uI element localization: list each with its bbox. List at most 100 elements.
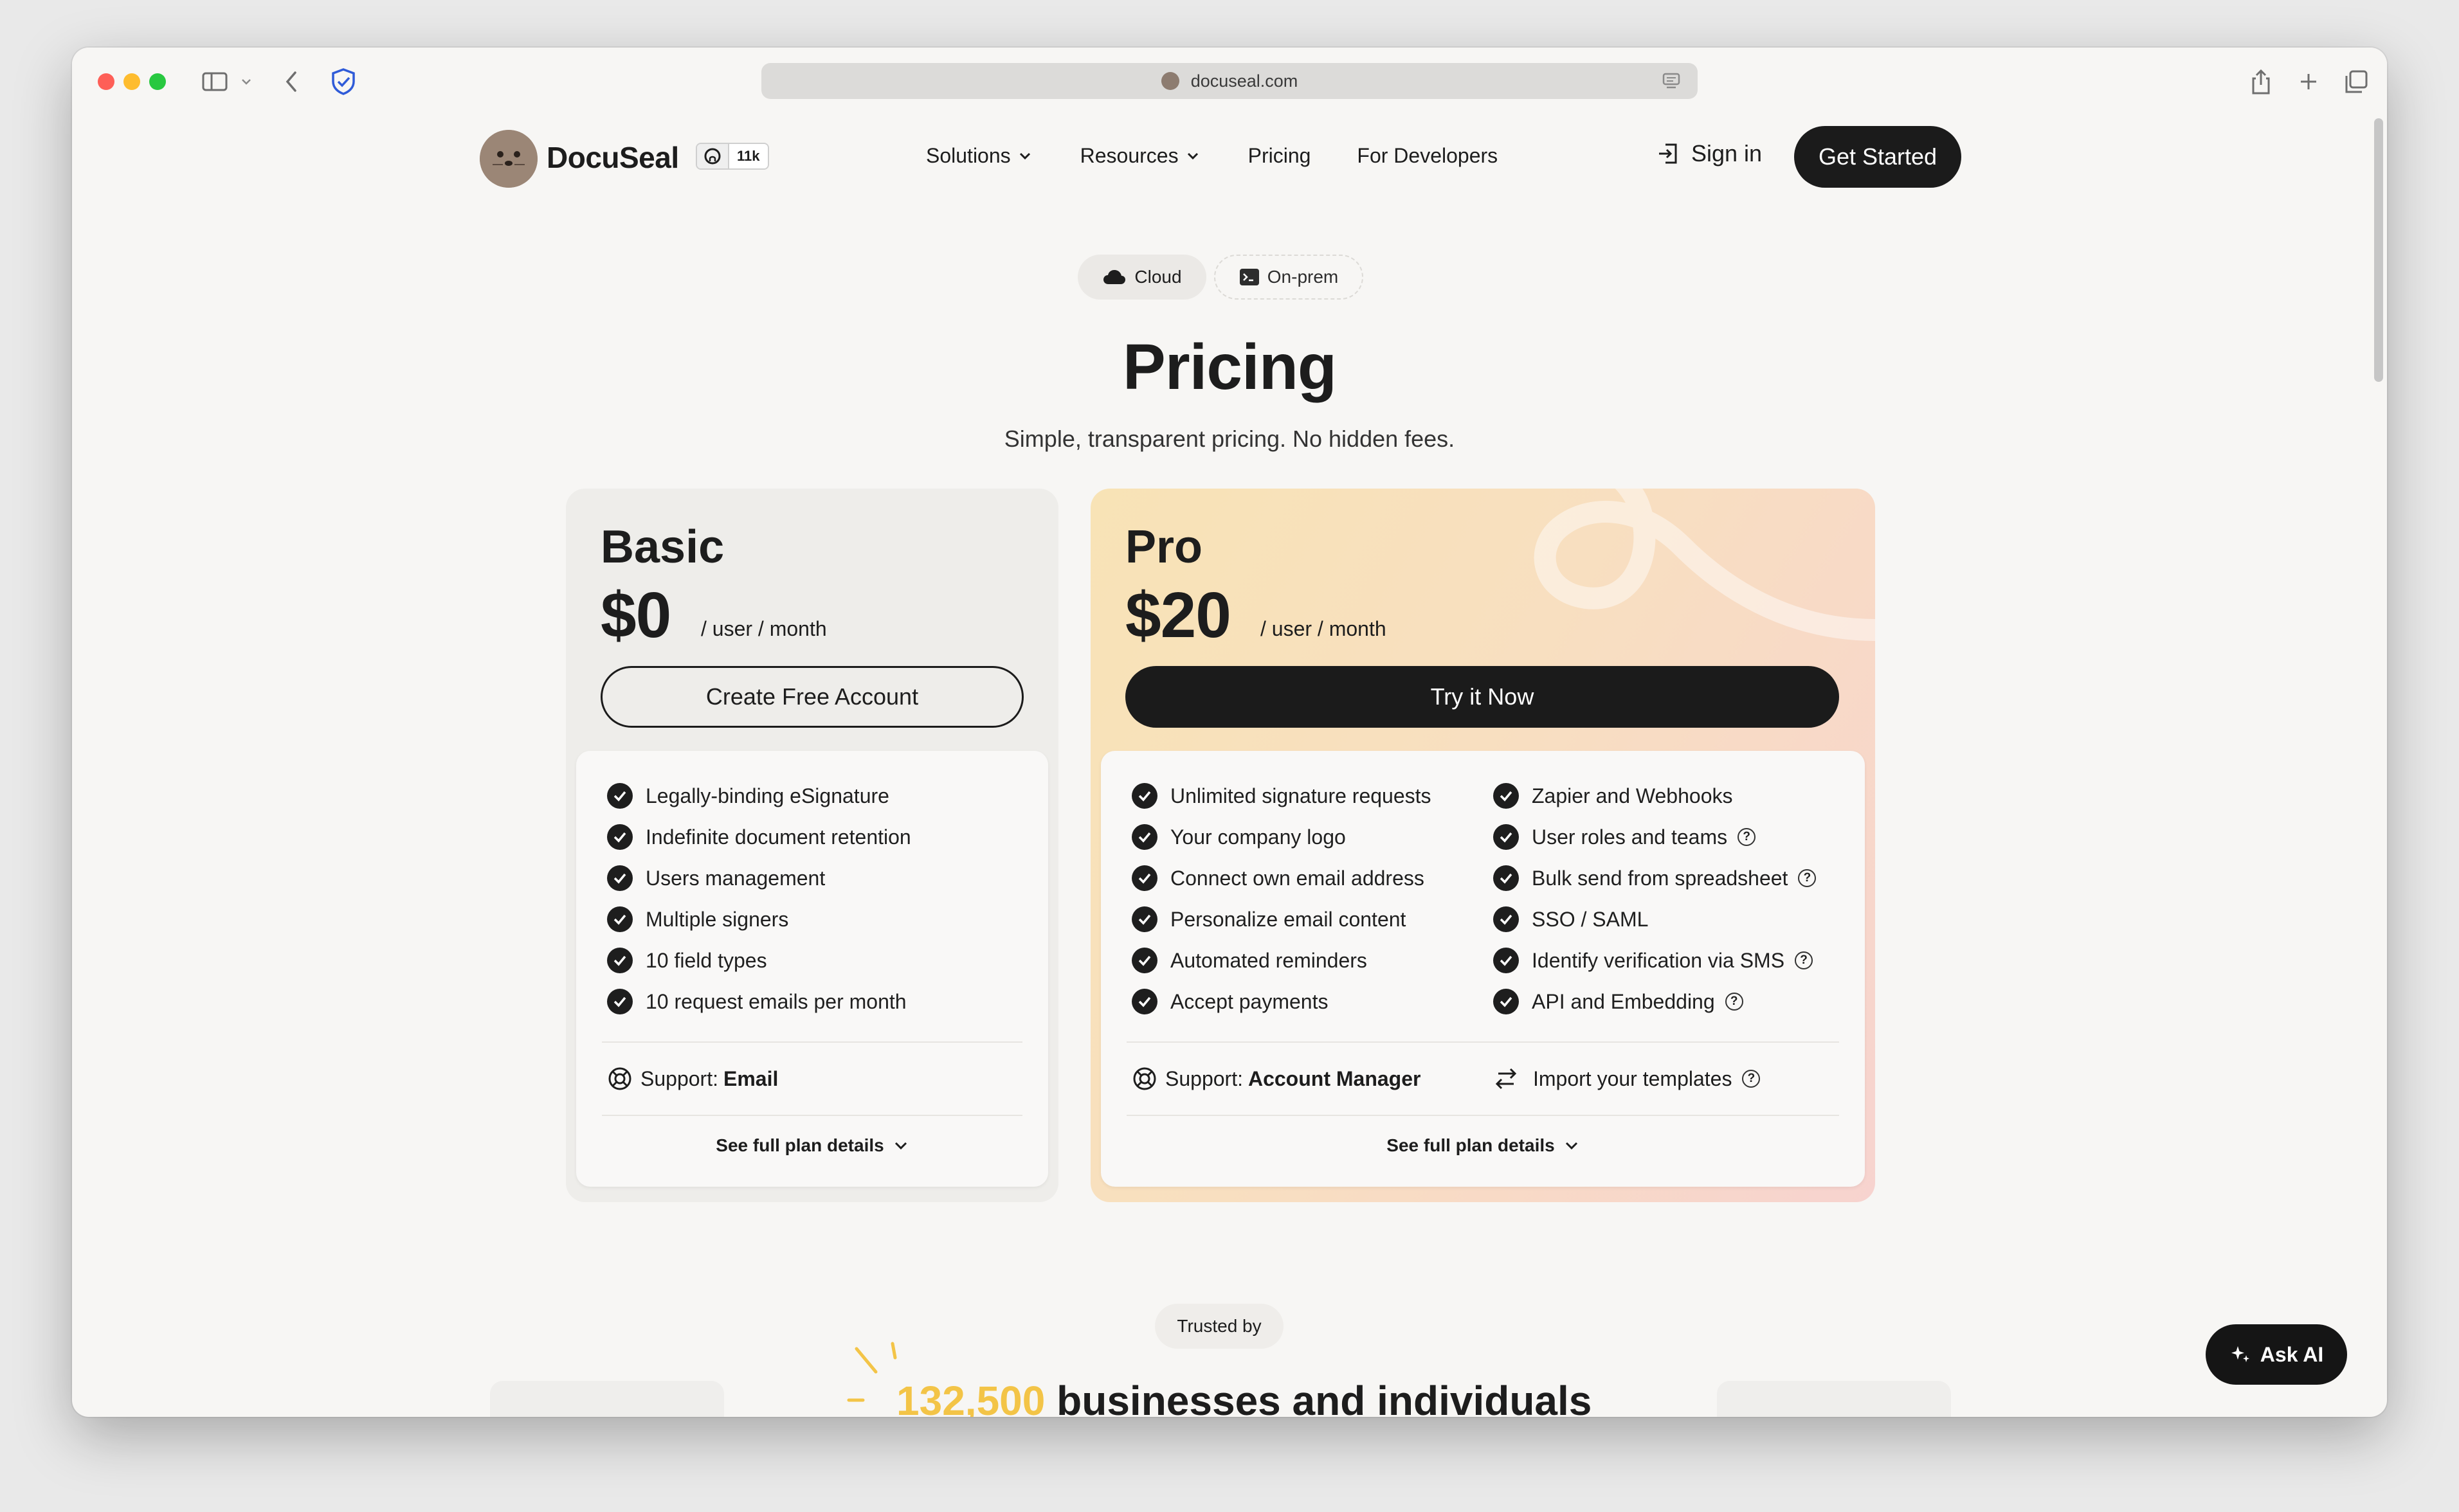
help-circle-icon[interactable]: ? — [1742, 1070, 1761, 1088]
feature-label: API and Embedding — [1532, 989, 1715, 1013]
help-circle-icon[interactable]: ? — [1738, 828, 1756, 846]
feature-item: Unlimited signature requests — [1132, 783, 1431, 809]
feature-label: Bulk send from spreadsheet — [1532, 866, 1788, 890]
github-stars-count: 11k — [729, 144, 768, 168]
see-full-plan-details-pro[interactable]: See full plan details — [1101, 1135, 1865, 1156]
tab-overview-icon[interactable] — [2337, 64, 2375, 99]
toggle-cloud[interactable]: Cloud — [1078, 255, 1206, 300]
toggle-on-prem-label: On-prem — [1267, 267, 1339, 287]
sparkles-icon — [2231, 1346, 2249, 1362]
details-label: See full plan details — [1386, 1135, 1555, 1155]
browser-toolbar: docuseal.com — [72, 48, 2387, 114]
check-circle-icon — [1493, 948, 1519, 973]
get-started-button[interactable]: Get Started — [1794, 126, 1961, 188]
customer-logo-card — [1717, 1381, 1951, 1417]
terminal-icon — [1239, 269, 1259, 285]
sign-in-link[interactable]: Sign in — [1655, 140, 1762, 167]
trusted-count: 132,500 — [896, 1378, 1046, 1417]
support-value: Account Manager — [1248, 1066, 1421, 1090]
check-circle-icon — [1132, 989, 1157, 1014]
trusted-by-badge: Trusted by — [1155, 1304, 1284, 1349]
close-window-button[interactable] — [98, 73, 114, 90]
toggle-on-prem[interactable]: On-prem — [1214, 255, 1363, 300]
github-icon — [697, 144, 729, 168]
plan-price: $20 — [1125, 579, 1231, 651]
shield-check-icon[interactable] — [324, 64, 363, 99]
support-row: Support: Email — [607, 1066, 778, 1092]
support-label: Support: — [1165, 1066, 1243, 1090]
feature-label: Connect own email address — [1170, 866, 1424, 890]
swap-arrows-icon — [1495, 1068, 1517, 1090]
divider — [602, 1041, 1022, 1043]
feature-item: API and Embedding ? — [1493, 989, 1743, 1014]
feature-item: Multiple signers — [607, 906, 788, 932]
sign-in-label: Sign in — [1691, 140, 1763, 166]
feature-item: Identify verification via SMS ? — [1493, 948, 1813, 973]
lifebuoy-icon — [1133, 1067, 1156, 1090]
page-scrollbar[interactable] — [2373, 118, 2384, 1410]
new-tab-plus-icon[interactable] — [2289, 64, 2328, 99]
support-label: Support: — [640, 1066, 718, 1090]
support-row: Support: Account Manager — [1132, 1066, 1420, 1092]
feature-label: SSO / SAML — [1532, 907, 1649, 931]
support-value: Email — [723, 1066, 779, 1090]
menu-for-developers[interactable]: For Developers — [1357, 144, 1498, 168]
help-circle-icon[interactable]: ? — [1795, 951, 1813, 969]
minimize-window-button[interactable] — [123, 73, 140, 90]
feature-item: Bulk send from spreadsheet ? — [1493, 865, 1817, 891]
menu-pricing[interactable]: Pricing — [1248, 144, 1311, 168]
ask-ai-button[interactable]: Ask AI — [2206, 1324, 2347, 1385]
plan-billing-period: / user / month — [701, 617, 827, 640]
import-templates-row: Import your templates ? — [1493, 1066, 1761, 1092]
help-circle-icon[interactable]: ? — [1798, 869, 1817, 887]
help-circle-icon[interactable]: ? — [1725, 993, 1743, 1011]
feature-item: Connect own email address — [1132, 865, 1424, 891]
menu-label: Solutions — [926, 144, 1011, 167]
feature-label: Your company logo — [1170, 825, 1346, 849]
sidebar-toggle-icon[interactable] — [195, 64, 234, 99]
see-full-plan-details-basic[interactable]: See full plan details — [576, 1135, 1048, 1156]
details-label: See full plan details — [716, 1135, 884, 1155]
create-free-account-button[interactable]: Create Free Account — [601, 666, 1024, 728]
docuseal-logo-icon[interactable] — [480, 130, 538, 188]
back-arrow-icon[interactable] — [275, 64, 307, 99]
chevron-down-icon — [1019, 152, 1030, 159]
sign-in-icon — [1659, 143, 1677, 164]
share-icon[interactable] — [2242, 64, 2280, 99]
chevron-down-icon — [1187, 152, 1198, 159]
reader-mode-icon[interactable] — [1662, 72, 1681, 94]
check-circle-icon — [1493, 906, 1519, 932]
check-circle-icon — [607, 989, 633, 1014]
menu-solutions[interactable]: Solutions — [926, 144, 1031, 168]
brand-name[interactable]: DocuSeal — [547, 140, 679, 175]
menu-label: Pricing — [1248, 144, 1311, 167]
check-circle-icon — [1132, 865, 1157, 891]
menu-resources[interactable]: Resources — [1080, 144, 1199, 168]
basic-plan-card: Basic $0 / user / month Create Free Acco… — [566, 489, 1058, 1202]
feature-label: Unlimited signature requests — [1170, 784, 1431, 807]
check-circle-icon — [1493, 865, 1519, 891]
page-subtitle: Simple, transparent pricing. No hidden f… — [1004, 426, 1455, 452]
feature-label: Indefinite document retention — [646, 825, 911, 849]
plan-name: Pro — [1125, 521, 1203, 573]
feature-item: 10 request emails per month — [607, 989, 907, 1014]
pro-plan-card: Pro $20 / user / month Try it Now Unlimi… — [1091, 489, 1875, 1202]
divider — [1127, 1041, 1839, 1043]
site-favicon-icon — [1161, 72, 1179, 90]
address-bar[interactable]: docuseal.com — [761, 63, 1698, 99]
feature-item: SSO / SAML — [1493, 906, 1648, 932]
check-circle-icon — [607, 948, 633, 973]
divider — [1127, 1115, 1839, 1116]
check-circle-icon — [607, 865, 633, 891]
feature-item: Accept payments — [1132, 989, 1328, 1014]
decorative-swirl — [1534, 489, 1875, 641]
main-menu: Solutions Resources Pricing For Develope… — [926, 144, 1498, 168]
maximize-window-button[interactable] — [149, 73, 166, 90]
try-it-now-button[interactable]: Try it Now — [1125, 666, 1839, 728]
check-circle-icon — [607, 783, 633, 809]
chevron-down-icon[interactable] — [237, 64, 256, 99]
menu-label: For Developers — [1357, 144, 1498, 167]
check-circle-icon — [1493, 824, 1519, 850]
chevron-down-icon — [894, 1142, 907, 1150]
github-stars-badge[interactable]: 11k — [696, 143, 769, 170]
